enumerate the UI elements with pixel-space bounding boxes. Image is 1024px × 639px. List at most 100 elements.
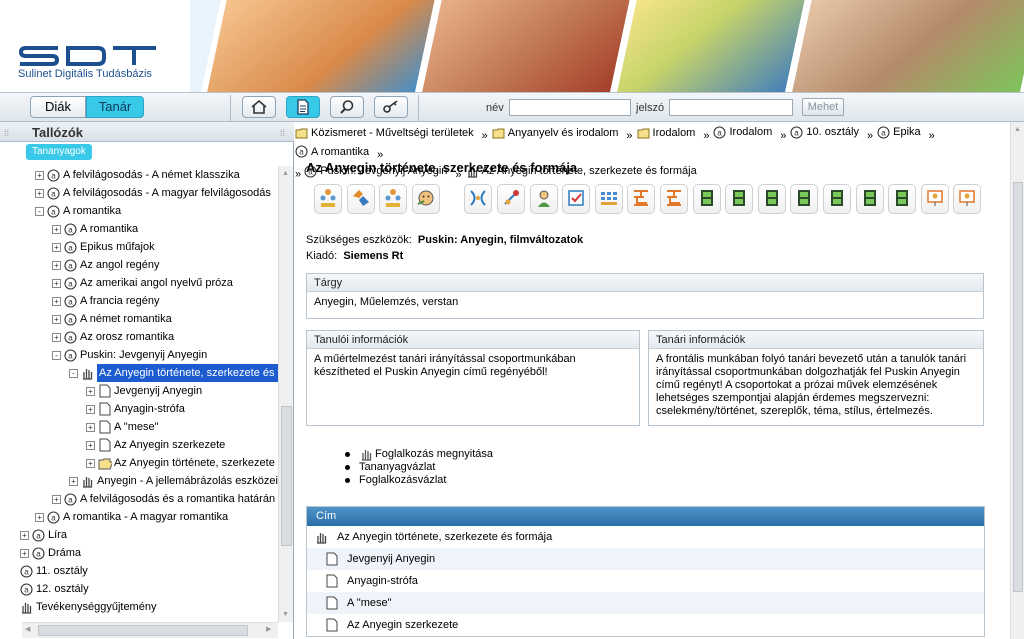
scrollbar-thumb[interactable] xyxy=(281,406,292,546)
tree-item[interactable]: + a Az amerikai angol nyelvű próza xyxy=(52,274,233,292)
activity-button[interactable] xyxy=(692,184,721,214)
breadcrumb-item[interactable]: a A romantika xyxy=(295,144,369,160)
tree-item[interactable]: a 11. osztály xyxy=(20,562,88,580)
tree-item[interactable]: -a A romantika xyxy=(35,202,121,220)
activity-button[interactable] xyxy=(855,184,884,214)
tree-item[interactable]: + a Az orosz romantika xyxy=(52,328,174,346)
table-row[interactable]: Az Anyegin szerkezete xyxy=(307,614,984,636)
tree-item[interactable]: + a A felvilágosodás és a romantika határá… xyxy=(52,490,275,508)
activity-button[interactable] xyxy=(725,184,754,214)
tree-item[interactable]: + a Líra xyxy=(20,526,67,544)
table-row[interactable]: Az Anyegin története, szerkezete és form… xyxy=(307,526,984,548)
expand-icon[interactable]: + xyxy=(69,476,78,486)
login-go-button[interactable]: Mehet xyxy=(802,98,844,116)
tree-item[interactable]: + Az Anyegin szerkezete xyxy=(86,436,225,454)
scroll-up-arrow-icon[interactable]: ▲ xyxy=(282,170,289,177)
expand-icon[interactable]: + xyxy=(35,512,44,522)
activity-button[interactable] xyxy=(822,184,851,214)
tree-item[interactable]: + A "mese" xyxy=(86,418,159,436)
expand-icon[interactable]: + xyxy=(52,242,61,252)
open-lesson-link[interactable]: Foglalkozás megnyitása xyxy=(345,448,493,461)
sidebar-vertical-scrollbar[interactable]: ▲ ▼ xyxy=(278,166,293,622)
expand-icon[interactable]: + xyxy=(86,440,95,450)
expand-icon[interactable]: + xyxy=(20,548,29,558)
tree-item[interactable]: + a A romantika xyxy=(52,220,138,238)
expand-icon[interactable]: + xyxy=(86,458,95,468)
expand-icon[interactable]: + xyxy=(20,530,29,540)
student-role-button[interactable]: Diák xyxy=(30,96,86,118)
breadcrumb-item[interactable]: a Irodalom xyxy=(713,124,772,140)
tree-item[interactable]: + a Epikus műfajok xyxy=(52,238,155,256)
breadcrumb-item[interactable]: a 10. osztály xyxy=(790,124,859,140)
table-row[interactable]: A "mese" xyxy=(307,592,984,614)
tree-item[interactable]: Tevékenységgyűjtemény xyxy=(20,598,156,616)
activity-button[interactable] xyxy=(562,184,591,214)
search-button[interactable] xyxy=(330,96,364,118)
expand-icon[interactable]: + xyxy=(35,170,44,180)
sidebar-resize-grip-icon[interactable]: ⁞⁞ xyxy=(280,128,285,138)
tab-materials[interactable]: Tananyagok xyxy=(26,144,92,160)
activity-button[interactable] xyxy=(411,184,440,214)
collapse-icon[interactable]: - xyxy=(52,350,61,360)
tree-item[interactable]: + Anyagin-strófa xyxy=(86,400,185,418)
activity-button[interactable] xyxy=(496,184,525,214)
activity-button[interactable] xyxy=(314,184,342,214)
activity-button[interactable] xyxy=(379,184,408,214)
expand-icon[interactable]: + xyxy=(52,314,61,324)
sidebar-collapse-grip-icon[interactable]: ⁞⁞ xyxy=(4,128,9,138)
activity-button[interactable] xyxy=(346,184,375,214)
scrollbar-thumb[interactable] xyxy=(1013,182,1023,592)
materials-button[interactable] xyxy=(286,96,320,118)
breadcrumb-item[interactable]: Anyanyelv és irodalom xyxy=(492,125,618,141)
tree-item[interactable]: - a Puskin: Jevgenyij Anyegin xyxy=(52,346,207,364)
tree-item[interactable]: + a A romantika - A magyar romantika xyxy=(35,508,228,526)
scroll-up-arrow-icon[interactable]: ▲ xyxy=(1014,126,1021,133)
activity-button[interactable] xyxy=(790,184,819,214)
activity-button[interactable] xyxy=(464,184,493,214)
scrollbar-thumb[interactable] xyxy=(38,625,248,636)
activity-button[interactable] xyxy=(888,184,917,214)
expand-icon[interactable]: + xyxy=(86,422,95,432)
scroll-right-arrow-icon[interactable]: ▶ xyxy=(266,625,271,633)
home-button[interactable] xyxy=(242,96,276,118)
scroll-down-arrow-icon[interactable]: ▼ xyxy=(282,611,289,618)
collapse-icon[interactable]: - xyxy=(35,206,44,216)
login-key-button[interactable] xyxy=(374,96,408,118)
expand-icon[interactable]: + xyxy=(52,332,61,342)
expand-icon[interactable]: + xyxy=(52,260,61,270)
tree-item[interactable]: a 12. osztály xyxy=(20,580,89,598)
table-row[interactable]: Anyagin-strófa xyxy=(307,570,984,592)
material-outline-link[interactable]: Tananyagvázlat xyxy=(345,461,493,474)
tree-item[interactable]: + a A francia regény xyxy=(52,292,160,310)
tree-item[interactable]: + a A német romantika xyxy=(52,310,172,328)
expand-icon[interactable]: + xyxy=(52,224,61,234)
breadcrumb-item[interactable]: Irodalom xyxy=(637,125,695,141)
expand-icon[interactable]: + xyxy=(35,188,44,198)
tree-item[interactable]: + a A felvilágosodás - A magyar felvilágos… xyxy=(35,184,271,202)
tree-item[interactable]: + a A felvilágosodás - A német klasszika xyxy=(35,166,240,184)
activity-button[interactable] xyxy=(627,184,656,214)
table-row[interactable]: Jevgenyij Anyegin xyxy=(307,548,984,570)
activity-button[interactable] xyxy=(920,184,949,214)
teacher-role-button[interactable]: Tanár xyxy=(86,96,144,118)
tree-item[interactable]: + Anyegin - A jellemábrázolás eszközei xyxy=(69,472,278,490)
activity-button[interactable] xyxy=(659,184,688,214)
breadcrumb-item[interactable]: a Epika xyxy=(877,124,921,140)
expand-icon[interactable]: + xyxy=(86,404,95,414)
sidebar-horizontal-scrollbar[interactable]: ◀ ▶ xyxy=(22,622,278,638)
tree-item[interactable]: + Jevgenyij Anyegin xyxy=(86,382,202,400)
expand-icon[interactable]: + xyxy=(52,278,61,288)
password-input[interactable] xyxy=(669,99,793,116)
activity-button[interactable] xyxy=(594,184,623,214)
username-input[interactable] xyxy=(509,99,631,116)
expand-icon[interactable]: + xyxy=(52,296,61,306)
expand-icon[interactable]: + xyxy=(52,494,61,504)
scroll-left-arrow-icon[interactable]: ◀ xyxy=(25,625,30,633)
breadcrumb-item[interactable]: Közismeret - Műveltségi területek xyxy=(295,125,474,141)
lesson-outline-link[interactable]: Foglalkozásvázlat xyxy=(345,474,493,487)
tree-item[interactable]: + a Dráma xyxy=(20,544,81,562)
tree-item[interactable]: + Az Anyegin története, szerkezete xyxy=(86,454,275,472)
tree-item[interactable]: - Az Anyegin története, szerkezete és for… xyxy=(69,364,278,382)
activity-button[interactable] xyxy=(757,184,786,214)
main-vertical-scrollbar[interactable]: ▲ xyxy=(1010,122,1024,639)
